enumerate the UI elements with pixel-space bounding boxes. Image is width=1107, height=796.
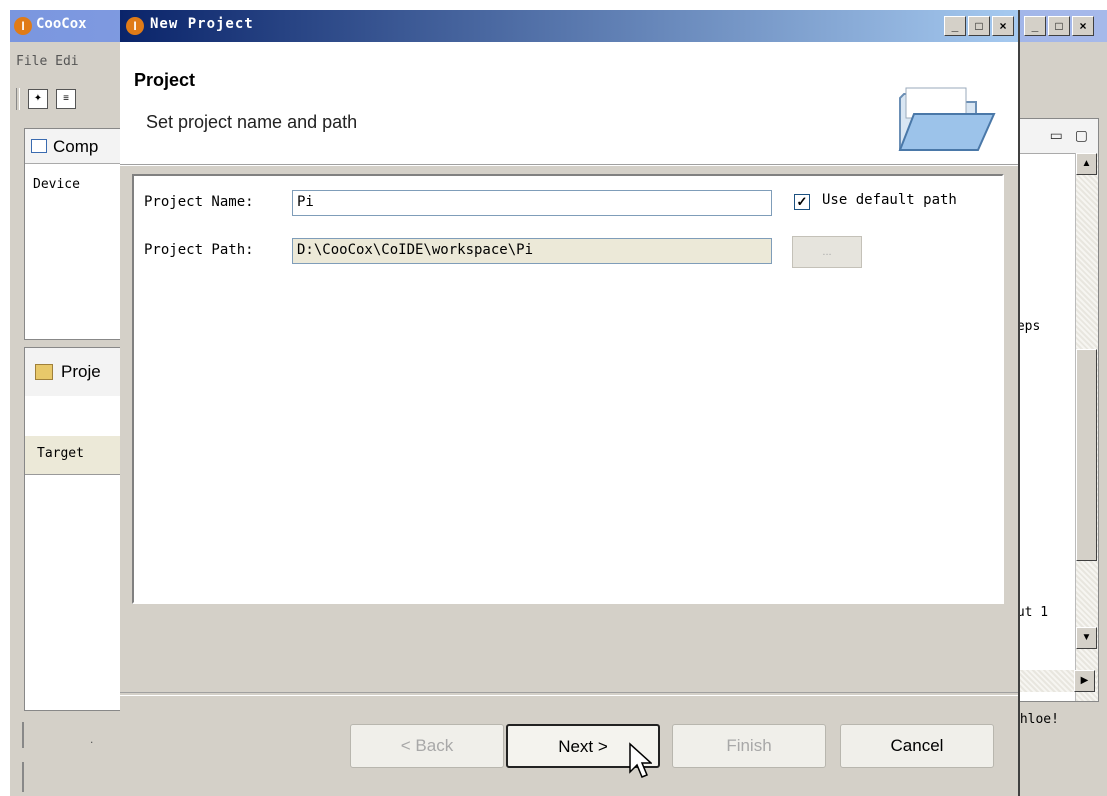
vertical-scrollbar[interactable]: ▲ ▼ — [1075, 153, 1098, 701]
background-close-button[interactable]: × — [1072, 16, 1094, 36]
header-separator — [120, 165, 1018, 168]
dialog-maximize-button[interactable]: □ — [968, 16, 990, 36]
project-folder-icon — [35, 364, 53, 380]
dialog-close-button[interactable]: × — [992, 16, 1014, 36]
background-title: CooCox — [36, 16, 87, 32]
wizard-header: Project Set project name and path — [120, 42, 1018, 165]
window-icon — [31, 139, 47, 153]
finish-button[interactable]: Finish — [672, 724, 826, 768]
wizard-page-title: Project — [134, 70, 196, 90]
background-window-controls: _ □ × — [1024, 16, 1094, 36]
background-menu-bar[interactable]: File Edi — [16, 54, 79, 69]
status-dot: . — [90, 732, 94, 746]
scroll-right-icon[interactable]: ▶ — [1074, 670, 1095, 692]
new-project-dialog: I New Project _ □ × Project Set project … — [120, 10, 1020, 796]
components-tab-label: Comp — [53, 137, 99, 156]
device-column-header: Device — [33, 177, 80, 192]
project-settings-area: Project Name: Pi ✓ Use default path Proj… — [132, 174, 1004, 604]
dialog-minimize-button[interactable]: _ — [944, 16, 966, 36]
mouse-cursor-icon — [629, 742, 652, 778]
dialog-title: New Project — [150, 16, 254, 32]
scroll-down-icon[interactable]: ▼ — [1076, 627, 1097, 649]
toolbar-separator — [16, 88, 20, 110]
status-separator — [22, 722, 24, 748]
target-header-label: Target — [37, 446, 84, 461]
coocox-app-icon: I — [14, 17, 32, 35]
dialog-titlebar[interactable]: I New Project _ □ × — [120, 10, 1018, 42]
project-path-input[interactable]: D:\CooCox\CoIDE\workspace\Pi — [292, 238, 772, 264]
button-bar-separator — [120, 692, 1018, 696]
horizontal-scrollbar[interactable]: ▶ — [1008, 670, 1097, 692]
wizard-page-description: Set project name and path — [146, 112, 358, 132]
coocox-app-icon: I — [126, 17, 144, 35]
project-path-label: Project Path: — [144, 242, 254, 258]
right-panel-tab: ▭ ▢ — [1009, 119, 1098, 154]
project-name-input[interactable]: Pi — [292, 190, 772, 216]
back-button[interactable]: < Back — [350, 724, 504, 768]
scrollbar-thumb[interactable] — [1076, 349, 1097, 561]
new-file-icon[interactable]: ≡ — [56, 89, 76, 109]
dialog-window-controls: _ □ × — [944, 16, 1014, 36]
minimize-maximize-icon[interactable]: ▭ ▢ — [1050, 127, 1092, 144]
browse-button[interactable]: ... — [792, 236, 862, 268]
background-toolbar: ✦ ≡ — [16, 88, 76, 110]
project-tab-label: Proje — [61, 362, 101, 381]
scroll-up-icon[interactable]: ▲ — [1076, 153, 1097, 175]
background-maximize-button[interactable]: □ — [1048, 16, 1070, 36]
cancel-button[interactable]: Cancel — [840, 724, 994, 768]
project-name-label: Project Name: — [144, 194, 254, 210]
use-default-path-checkbox[interactable]: ✓ — [794, 194, 810, 210]
open-folder-icon — [898, 87, 996, 151]
status-separator — [22, 762, 24, 792]
use-default-path-label[interactable]: Use default path — [822, 192, 957, 208]
background-minimize-button[interactable]: _ — [1024, 16, 1046, 36]
new-project-icon[interactable]: ✦ — [28, 89, 48, 109]
right-editor-panel: ▭ ▢ teps out 1 ▲ ▼ — [1008, 118, 1099, 702]
